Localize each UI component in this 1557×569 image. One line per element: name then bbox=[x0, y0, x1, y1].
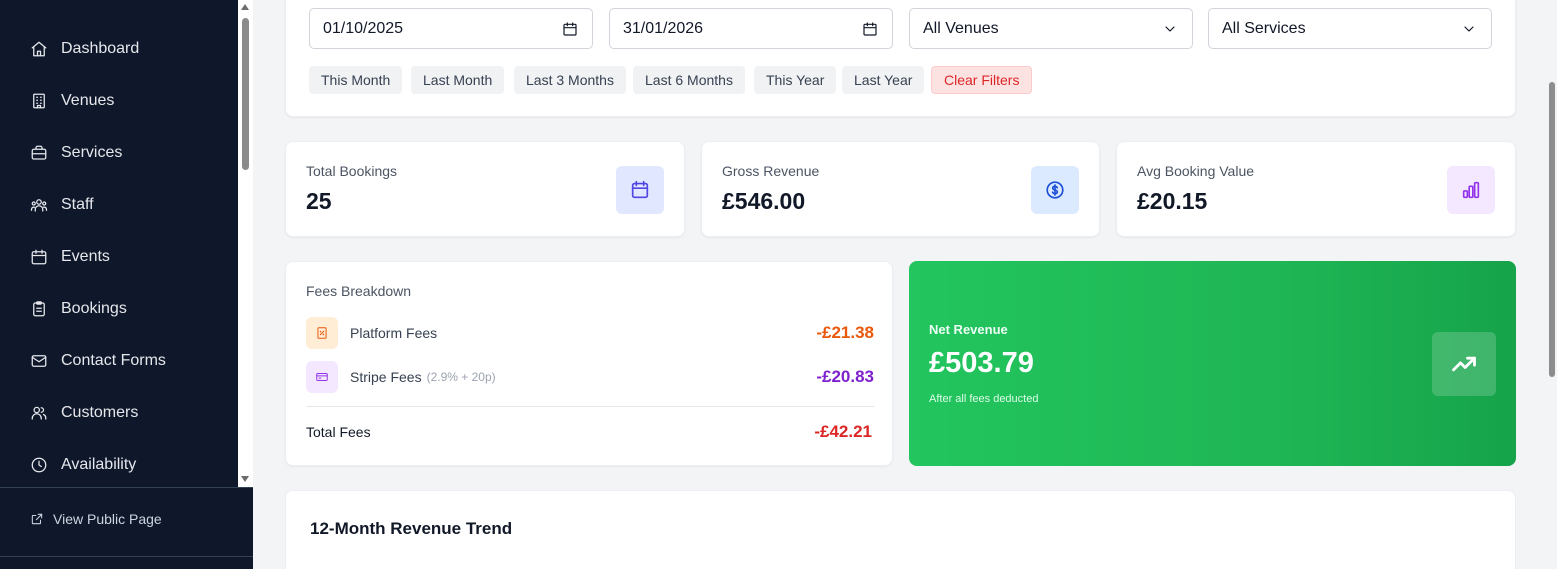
sidebar-item-label: Availability bbox=[61, 456, 137, 473]
revenue-trend-card: 12-Month Revenue Trend bbox=[285, 490, 1516, 569]
sidebar: Dashboard Venues Services Staff Events B… bbox=[0, 0, 253, 569]
preset-last-3-months-button[interactable]: Last 3 Months bbox=[514, 66, 626, 94]
chevron-down-icon bbox=[1461, 21, 1477, 42]
sidebar-item-dashboard[interactable]: Dashboard bbox=[0, 29, 238, 69]
stripe-fees-label: Stripe Fees bbox=[350, 369, 422, 385]
stat-label: Gross Revenue bbox=[722, 163, 820, 179]
venue-select[interactable]: All Venues bbox=[909, 8, 1193, 49]
calendar-icon bbox=[31, 249, 47, 265]
start-date-value: 01/10/2025 bbox=[323, 19, 404, 37]
sidebar-item-label: Events bbox=[61, 248, 110, 265]
clipboard-icon bbox=[33, 301, 45, 317]
building-icon bbox=[33, 93, 45, 109]
venue-select-value: All Venues bbox=[923, 19, 999, 37]
net-revenue-label: Net Revenue bbox=[929, 322, 1008, 337]
end-date-input[interactable]: 31/01/2026 bbox=[609, 8, 893, 49]
platform-fees-value: -£21.38 bbox=[816, 323, 874, 342]
sidebar-item-bookings[interactable]: Bookings bbox=[0, 289, 238, 329]
view-public-page-label: View Public Page bbox=[53, 511, 162, 527]
main-scrollbar[interactable] bbox=[1545, 0, 1557, 569]
dollar-icon bbox=[1031, 166, 1079, 214]
calendar-icon bbox=[616, 166, 664, 214]
clear-filters-button[interactable]: Clear Filters bbox=[931, 66, 1033, 94]
avg-booking-value-card: Avg Booking Value £20.15 bbox=[1116, 141, 1516, 237]
sidebar-item-availability[interactable]: Availability bbox=[0, 445, 238, 485]
net-revenue-value: £503.79 bbox=[929, 347, 1034, 379]
start-date-input[interactable]: 01/10/2025 bbox=[309, 8, 593, 49]
revenue-trend-title: 12-Month Revenue Trend bbox=[310, 519, 513, 538]
stat-label: Avg Booking Value bbox=[1137, 163, 1255, 179]
sidebar-item-label: Staff bbox=[61, 196, 94, 213]
preset-this-month-button[interactable]: This Month bbox=[309, 66, 403, 94]
service-select-value: All Services bbox=[1222, 19, 1306, 37]
external-link-icon bbox=[31, 513, 43, 525]
stat-value: 25 bbox=[306, 188, 332, 214]
calendar-picker-icon[interactable] bbox=[862, 21, 878, 42]
trending-up-icon bbox=[1432, 332, 1496, 396]
credit-card-icon bbox=[306, 361, 338, 393]
service-select[interactable]: All Services bbox=[1208, 8, 1492, 49]
stat-value: £20.15 bbox=[1137, 188, 1208, 214]
net-revenue-card: Net Revenue £503.79 After all fees deduc… bbox=[909, 261, 1516, 466]
stripe-fees-value: -£20.83 bbox=[816, 367, 874, 386]
filter-card: 01/10/2025 31/01/2026 All Venues All Ser… bbox=[285, 0, 1516, 117]
stat-label: Total Bookings bbox=[306, 163, 398, 179]
sidebar-item-venues[interactable]: Venues bbox=[0, 81, 238, 121]
sidebar-nav: Dashboard Venues Services Staff Events B… bbox=[0, 0, 238, 487]
sidebar-item-label: Customers bbox=[61, 404, 139, 421]
calendar-picker-icon[interactable] bbox=[562, 21, 578, 42]
users-icon bbox=[30, 199, 48, 212]
sidebar-item-label: Venues bbox=[61, 92, 115, 109]
divider bbox=[306, 406, 874, 407]
sidebar-divider bbox=[0, 556, 253, 557]
end-date-value: 31/01/2026 bbox=[623, 19, 704, 37]
bar-chart-icon bbox=[1447, 166, 1495, 214]
main-scroll-thumb[interactable] bbox=[1549, 82, 1555, 377]
sidebar-divider bbox=[0, 487, 253, 488]
sidebar-scrollbar[interactable] bbox=[238, 0, 253, 487]
receipt-icon bbox=[306, 317, 338, 349]
sidebar-scroll-thumb[interactable] bbox=[242, 18, 249, 170]
view-public-page-link[interactable]: View Public Page bbox=[30, 511, 162, 527]
platform-fees-label: Platform Fees bbox=[350, 325, 438, 341]
sidebar-item-contact-forms[interactable]: Contact Forms bbox=[0, 341, 238, 381]
sidebar-item-label: Dashboard bbox=[61, 40, 140, 57]
scroll-up-icon[interactable] bbox=[241, 4, 249, 10]
gross-revenue-card: Gross Revenue £546.00 bbox=[701, 141, 1100, 237]
fees-breakdown-card: Fees Breakdown Platform Fees -£21.38 Str… bbox=[285, 261, 893, 466]
stat-value: £546.00 bbox=[722, 188, 806, 214]
total-fees-label: Total Fees bbox=[306, 424, 371, 440]
total-fees-value: -£42.21 bbox=[814, 422, 872, 441]
sidebar-item-label: Contact Forms bbox=[61, 352, 166, 369]
sidebar-item-label: Services bbox=[61, 144, 123, 161]
total-bookings-card: Total Bookings 25 bbox=[285, 141, 685, 237]
preset-last-6-months-button[interactable]: Last 6 Months bbox=[633, 66, 745, 94]
platform-fees-row: Platform Fees -£21.38 bbox=[306, 317, 874, 349]
sidebar-item-events[interactable]: Events bbox=[0, 237, 238, 277]
preset-last-month-button[interactable]: Last Month bbox=[411, 66, 505, 94]
stripe-fees-note: (2.9% + 20p) bbox=[426, 370, 496, 384]
chevron-down-icon bbox=[1162, 21, 1178, 42]
preset-last-year-button[interactable]: Last Year bbox=[842, 66, 925, 94]
sidebar-item-label: Bookings bbox=[61, 300, 127, 317]
mail-icon bbox=[31, 355, 47, 367]
clock-icon bbox=[31, 457, 47, 473]
sidebar-item-services[interactable]: Services bbox=[0, 133, 238, 173]
sidebar-item-customers[interactable]: Customers bbox=[0, 393, 238, 433]
preset-this-year-button[interactable]: This Year bbox=[754, 66, 837, 94]
stripe-fees-row: Stripe Fees (2.9% + 20p) -£20.83 bbox=[306, 361, 874, 393]
net-revenue-subtitle: After all fees deducted bbox=[929, 393, 1039, 405]
customers-icon bbox=[31, 406, 47, 420]
briefcase-icon bbox=[31, 145, 47, 160]
scroll-down-icon[interactable] bbox=[241, 476, 249, 482]
home-icon bbox=[31, 41, 47, 57]
sidebar-item-staff[interactable]: Staff bbox=[0, 185, 238, 225]
fees-title: Fees Breakdown bbox=[306, 283, 412, 299]
